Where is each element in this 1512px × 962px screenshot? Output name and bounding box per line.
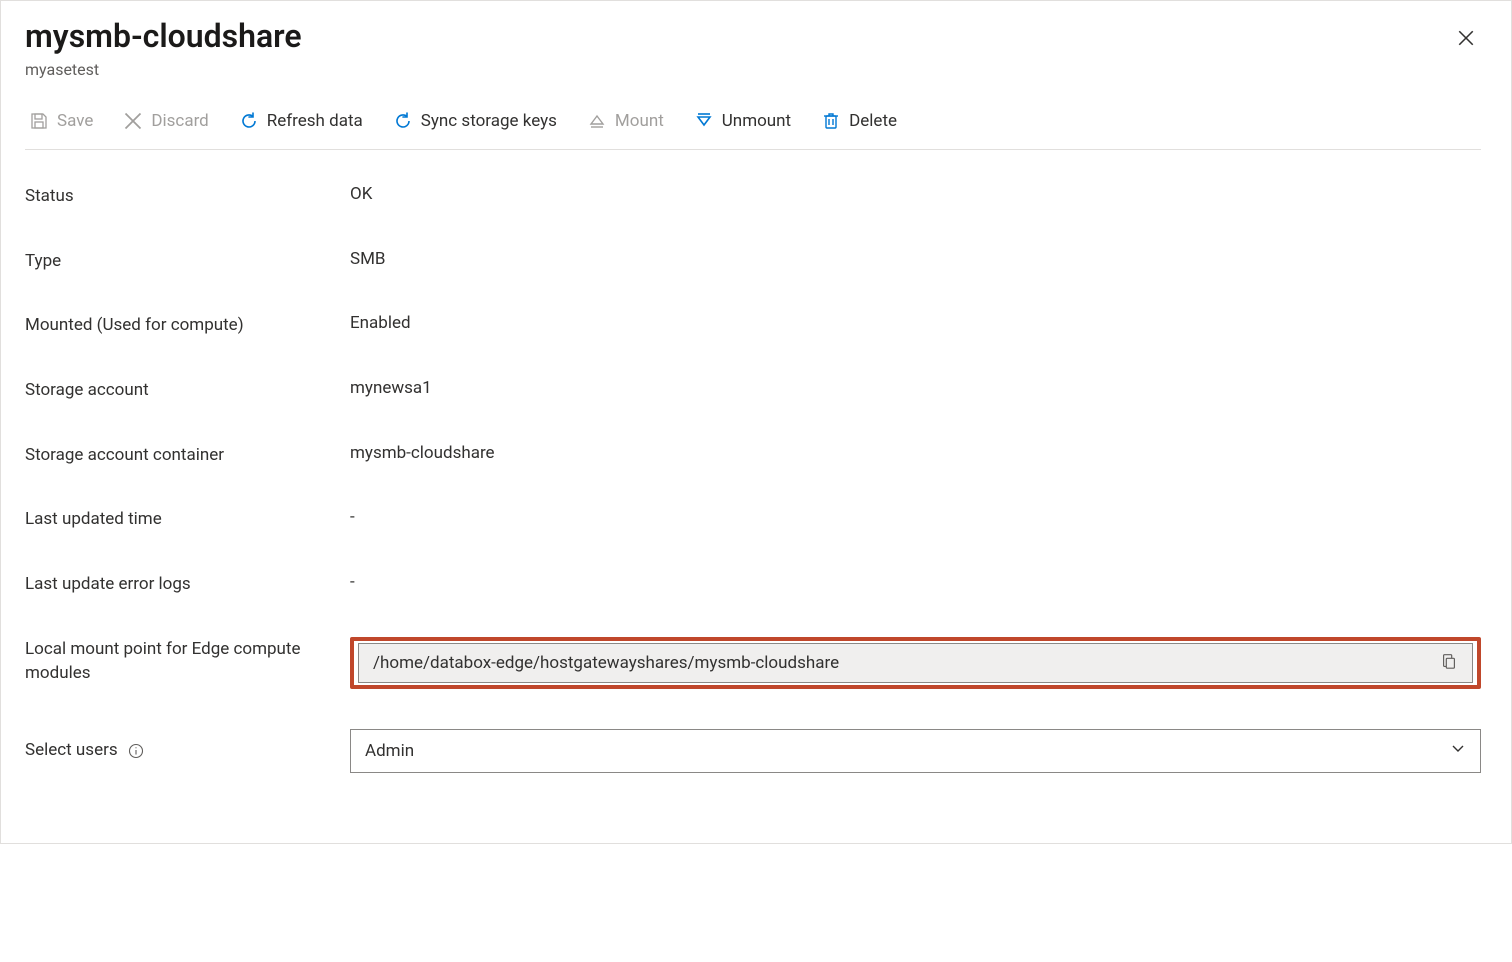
refresh-button[interactable]: Refresh data	[235, 109, 367, 133]
delete-button[interactable]: Delete	[817, 109, 901, 133]
unmount-button[interactable]: Unmount	[690, 109, 795, 133]
delete-label: Delete	[849, 111, 897, 131]
sync-button[interactable]: Sync storage keys	[389, 109, 561, 133]
label-last-updated: Last updated time	[25, 507, 330, 532]
label-local-mount: Local mount point for Edge compute modul…	[25, 637, 330, 686]
row-type: Type SMB	[25, 249, 1481, 274]
info-icon[interactable]	[128, 743, 144, 759]
value-last-error: -	[350, 572, 1481, 592]
refresh-icon	[239, 111, 259, 131]
selected-user-value: Admin	[365, 741, 414, 761]
local-mount-input[interactable]	[373, 653, 1436, 673]
local-mount-field	[358, 643, 1473, 683]
mount-button[interactable]: Mount	[583, 109, 668, 133]
toolbar: Save Discard Refresh data	[25, 99, 1481, 150]
value-type: SMB	[350, 249, 1481, 269]
header-text-block: mysmb-cloudshare myasetest	[25, 19, 302, 99]
value-storage-container: mysmb-cloudshare	[350, 443, 1481, 463]
discard-icon	[123, 111, 143, 131]
label-storage-account: Storage account	[25, 378, 330, 403]
save-icon	[29, 111, 49, 131]
label-select-users: Select users	[25, 738, 330, 763]
discard-label: Discard	[151, 111, 208, 131]
page-subtitle: myasetest	[25, 60, 302, 79]
row-storage-container: Storage account container mysmb-cloudsha…	[25, 443, 1481, 468]
chevron-down-icon	[1450, 740, 1466, 761]
properties-list: Status OK Type SMB Mounted (Used for com…	[25, 184, 1481, 772]
delete-icon	[821, 111, 841, 131]
label-select-users-text: Select users	[25, 740, 118, 760]
local-mount-highlight	[350, 637, 1481, 689]
row-local-mount: Local mount point for Edge compute modul…	[25, 637, 1481, 689]
row-last-error: Last update error logs -	[25, 572, 1481, 597]
page-title: mysmb-cloudshare	[25, 19, 302, 54]
sync-label: Sync storage keys	[421, 111, 557, 131]
row-mounted: Mounted (Used for compute) Enabled	[25, 313, 1481, 338]
value-last-updated: -	[350, 507, 1481, 527]
select-users-dropdown[interactable]: Admin	[350, 729, 1481, 773]
label-type: Type	[25, 249, 330, 274]
save-label: Save	[57, 111, 93, 131]
copy-icon	[1440, 652, 1458, 673]
row-last-updated: Last updated time -	[25, 507, 1481, 532]
label-mounted: Mounted (Used for compute)	[25, 313, 330, 338]
mount-label: Mount	[615, 111, 664, 131]
copy-button[interactable]	[1436, 648, 1462, 677]
unmount-label: Unmount	[722, 111, 791, 131]
save-button[interactable]: Save	[25, 109, 97, 133]
label-storage-container: Storage account container	[25, 443, 330, 468]
share-detail-panel: mysmb-cloudshare myasetest Save	[0, 0, 1512, 844]
mount-icon	[587, 111, 607, 131]
label-status: Status	[25, 184, 330, 209]
close-button[interactable]	[1451, 23, 1481, 56]
row-status: Status OK	[25, 184, 1481, 209]
unmount-icon	[694, 111, 714, 131]
label-last-error: Last update error logs	[25, 572, 330, 597]
row-select-users: Select users Admin	[25, 729, 1481, 773]
header-row: mysmb-cloudshare myasetest	[25, 19, 1481, 99]
refresh-label: Refresh data	[267, 111, 363, 131]
sync-icon	[393, 111, 413, 131]
discard-button[interactable]: Discard	[119, 109, 212, 133]
value-mounted: Enabled	[350, 313, 1481, 333]
row-storage-account: Storage account mynewsa1	[25, 378, 1481, 403]
value-storage-account: mynewsa1	[350, 378, 1481, 398]
value-status: OK	[350, 184, 1481, 204]
close-icon	[1457, 35, 1475, 50]
